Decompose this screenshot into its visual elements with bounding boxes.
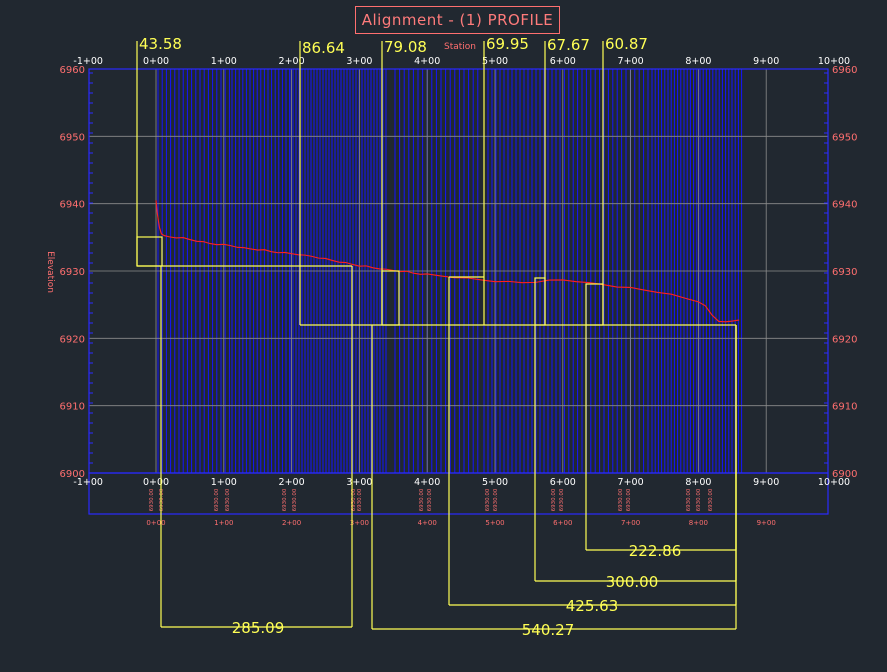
band-station-elevation-label: 6930.00 bbox=[618, 488, 624, 511]
station-tick-label-bottom: 2+00 bbox=[279, 477, 305, 488]
band-station-elevation-label: 6930.00 bbox=[214, 488, 220, 511]
band-station-elevation-label: 6930.00 bbox=[686, 488, 692, 511]
elevation-tick-label-left: 6910 bbox=[60, 402, 85, 413]
band-station-label: 7+00 bbox=[621, 519, 640, 527]
band-station-elevation-label: 6930.00 bbox=[225, 488, 231, 511]
band-station-elevation-label: 6930.00 bbox=[292, 488, 298, 511]
vault-box bbox=[381, 270, 400, 326]
dimension-label-top: 67.67 bbox=[547, 36, 590, 54]
band-station-label: 8+00 bbox=[689, 519, 708, 527]
elevation-tick-label-left: 6930 bbox=[60, 267, 85, 278]
station-tick-label-bottom: 1+00 bbox=[211, 477, 237, 488]
dimension-label-top: 43.58 bbox=[139, 35, 182, 53]
station-tick-label-top: 9+00 bbox=[753, 56, 779, 67]
station-tick-label-bottom: 8+00 bbox=[685, 477, 711, 488]
station-tick-label-bottom: 9+00 bbox=[753, 477, 779, 488]
band-station-elevation-label: 6930.00 bbox=[551, 488, 557, 511]
station-tick-label-bottom: 6+00 bbox=[550, 477, 576, 488]
station-tick-label-top: -1+00 bbox=[73, 56, 103, 67]
dimension-label-top: 86.64 bbox=[302, 39, 345, 57]
elevation-tick-label-right: 6940 bbox=[832, 200, 857, 211]
station-tick-label-top: 10+00 bbox=[818, 56, 850, 67]
dimension-label-top: 60.87 bbox=[605, 35, 648, 53]
station-tick-label-bottom: 0+00 bbox=[143, 477, 169, 488]
station-tick-label-top: 1+00 bbox=[211, 56, 237, 67]
station-tick-label-bottom: 3+00 bbox=[346, 477, 372, 488]
dimension-label-bottom: 222.86 bbox=[629, 542, 682, 560]
station-tick-label-bottom: 7+00 bbox=[618, 477, 644, 488]
dimension-label-top: 69.95 bbox=[486, 35, 529, 53]
station-tick-label-top: 6+00 bbox=[550, 56, 576, 67]
band-station-elevation-label: 6930.00 bbox=[485, 488, 491, 511]
dimension-label-bottom: 540.27 bbox=[522, 621, 575, 639]
station-tick-label-top: 0+00 bbox=[143, 56, 169, 67]
dimension-label-bottom: 300.00 bbox=[606, 573, 659, 591]
band-station-label: 0+00 bbox=[146, 519, 165, 527]
elevation-tick-label-left: 6950 bbox=[60, 132, 85, 143]
station-tick-label-top: 2+00 bbox=[279, 56, 305, 67]
band-station-elevation-label: 6930.00 bbox=[159, 488, 165, 511]
vault-box bbox=[585, 283, 604, 326]
band-station-label: 1+00 bbox=[214, 519, 233, 527]
profile-plot: 6900 69006910 69106920 69206930 69306940 6940… bbox=[45, 35, 857, 639]
band-station-elevation-label: 6930.00 bbox=[149, 488, 155, 511]
y-axis-title: Elevation bbox=[45, 251, 55, 293]
elevation-tick-label-right: 6950 bbox=[832, 132, 857, 143]
band-station-elevation-label: 6930.00 bbox=[282, 488, 288, 511]
elevation-tick-label-right: 6910 bbox=[832, 402, 857, 413]
station-tick-label-bottom: 5+00 bbox=[482, 477, 508, 488]
band-station-label: 9+00 bbox=[757, 519, 776, 527]
band-station-elevation-label: 6930.00 bbox=[419, 488, 425, 511]
elevation-tick-label-right: 6920 bbox=[832, 334, 857, 345]
station-tick-label-top: 5+00 bbox=[482, 56, 508, 67]
elevation-tick-label-left: 6940 bbox=[60, 200, 85, 211]
x-axis-title: Station bbox=[444, 42, 476, 52]
station-tick-label-top: 3+00 bbox=[346, 56, 372, 67]
band-station-label: 2+00 bbox=[282, 519, 301, 527]
profile-drawing: 6900 6900 6910 6910 6920 6920 6930 6930 6940 6940… bbox=[0, 0, 887, 668]
band-station-elevation-label: 6930.00 bbox=[626, 488, 632, 511]
band-station-label: 5+00 bbox=[485, 519, 504, 527]
drawing-title: Alignment - (1) PROFILE bbox=[355, 6, 560, 34]
station-tick-label-top: 7+00 bbox=[618, 56, 644, 67]
station-tick-label-bottom: -1+00 bbox=[73, 477, 103, 488]
band-station-elevation-label: 6930.00 bbox=[427, 488, 433, 511]
station-tick-label-bottom: 10+00 bbox=[818, 477, 850, 488]
band-station-elevation-label: 6930.00 bbox=[696, 488, 702, 511]
band-station-label: 3+00 bbox=[350, 519, 369, 527]
band-station-elevation-label: 6930.00 bbox=[559, 488, 565, 511]
band-station-elevation-label: 6930.00 bbox=[357, 488, 363, 511]
elevation-tick-label-left: 6920 bbox=[60, 334, 85, 345]
station-tick-label-top: 4+00 bbox=[414, 56, 440, 67]
station-tick-label-top: 8+00 bbox=[685, 56, 711, 67]
elevation-tick-label-right: 6930 bbox=[832, 267, 857, 278]
dimension-label-bottom: 285.09 bbox=[232, 619, 285, 637]
band-station-elevation-label: 6930.00 bbox=[493, 488, 499, 511]
band-station-label: 6+00 bbox=[553, 519, 572, 527]
band-frame bbox=[88, 472, 829, 515]
dimension-label-top: 79.08 bbox=[384, 38, 427, 56]
station-tick-label-bottom: 4+00 bbox=[414, 477, 440, 488]
band-station-elevation-label: 6930.00 bbox=[708, 488, 714, 511]
band-station-label: 4+00 bbox=[418, 519, 437, 527]
dimension-label-bottom: 425.63 bbox=[566, 597, 619, 615]
